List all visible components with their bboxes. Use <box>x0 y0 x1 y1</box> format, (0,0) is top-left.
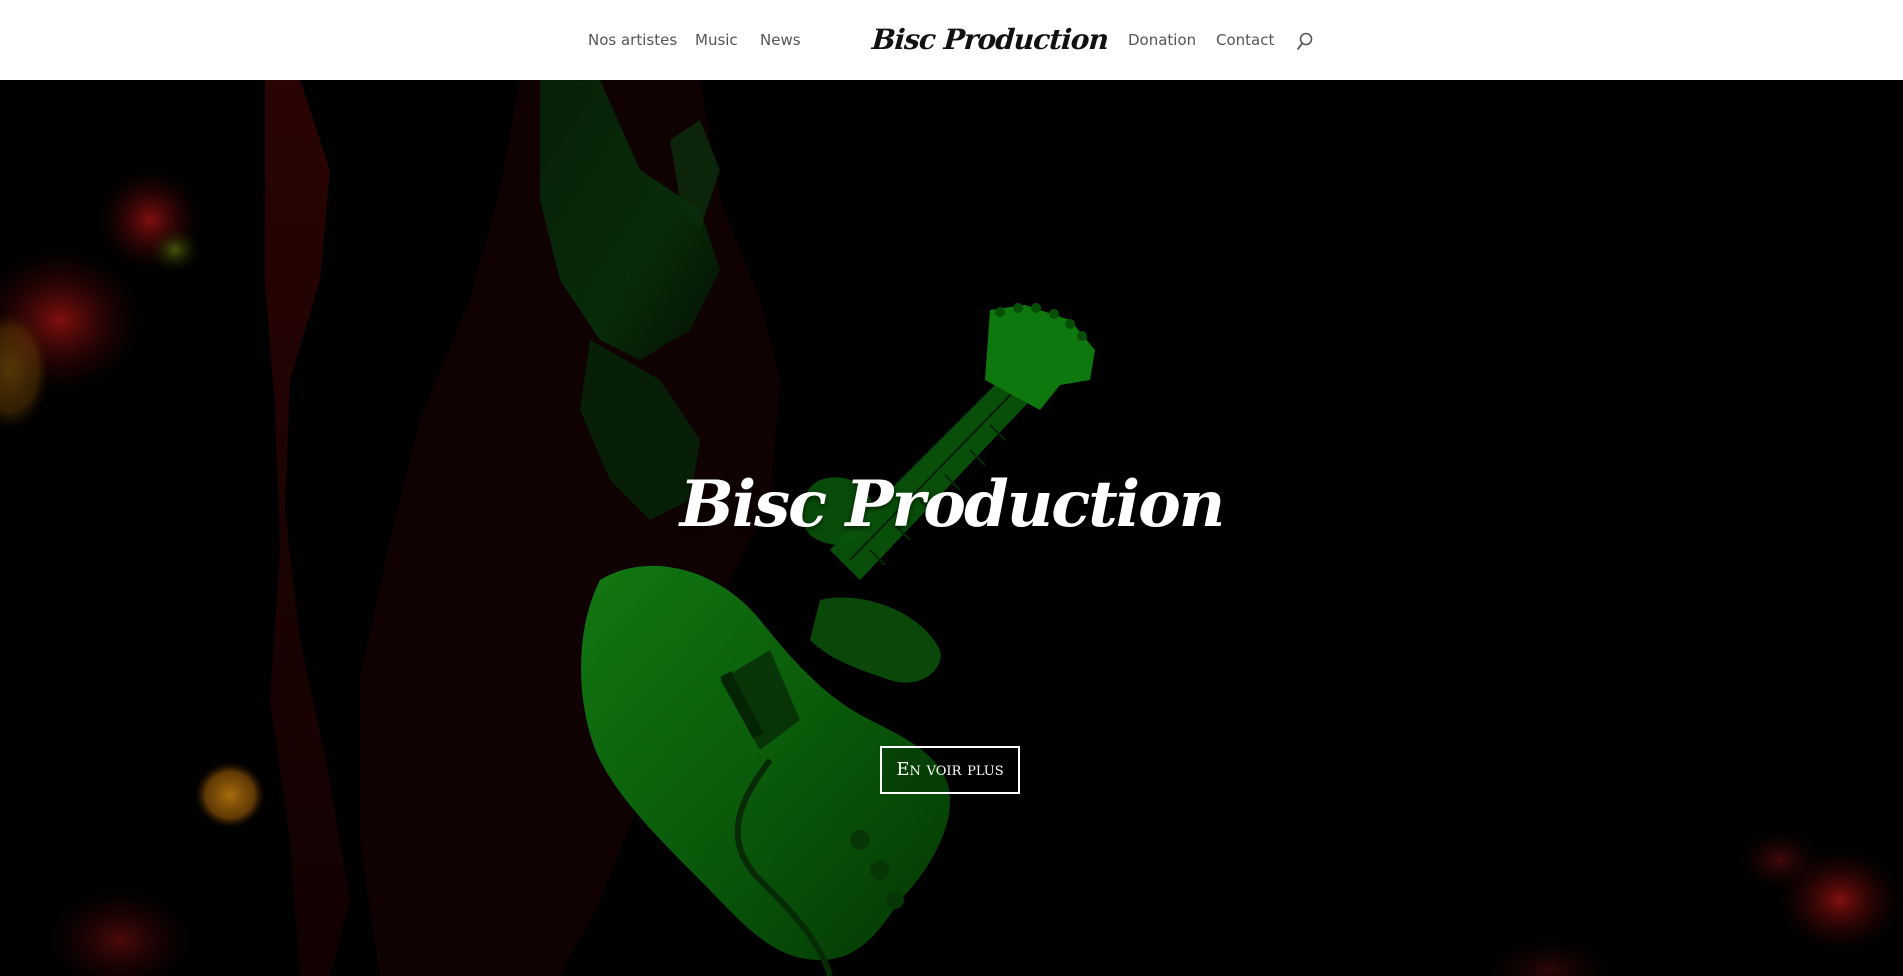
nav-item-nos-artistes[interactable]: Nos artistes <box>588 30 677 50</box>
nav-item-music[interactable]: Music <box>695 30 738 50</box>
hero-section: Bisc Production En voir plus <box>0 80 1903 976</box>
site-logo[interactable]: Bisc Production <box>871 22 1109 58</box>
hero-title: Bisc Production <box>679 467 1226 542</box>
search-icon[interactable] <box>1295 31 1315 53</box>
nav-item-news[interactable]: News <box>760 30 801 50</box>
site-header: Nos artistes Music News Bisc Production … <box>0 0 1903 80</box>
nav-item-donation[interactable]: Donation <box>1128 30 1196 50</box>
en-voir-plus-button[interactable]: En voir plus <box>880 746 1020 794</box>
nav-item-contact[interactable]: Contact <box>1216 30 1274 50</box>
